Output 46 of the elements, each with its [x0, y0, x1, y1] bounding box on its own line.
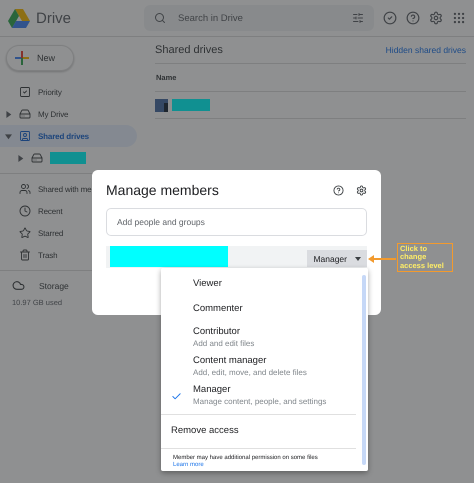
help-icon[interactable]	[333, 184, 344, 196]
search-icon	[154, 12, 166, 24]
drive-icon	[31, 152, 43, 164]
menu-option[interactable]: Viewer	[161, 272, 368, 297]
cloud-icon	[12, 279, 25, 292]
people-icon	[19, 183, 31, 195]
caret-icon[interactable]	[4, 110, 12, 118]
plus-icon	[15, 51, 29, 65]
hidden-drives-link[interactable]: Hidden shared drives	[386, 45, 466, 55]
redaction-block	[50, 152, 86, 164]
checkbox-icon	[19, 86, 31, 98]
drive-thumbnail-icon	[155, 98, 168, 112]
scrollbar-thumb[interactable]	[362, 275, 366, 465]
app-name: Drive	[36, 10, 72, 26]
menu-option[interactable]: Content manager Add, edit, move, and delete files	[161, 351, 368, 380]
search-input[interactable]: Search in Drive	[176, 12, 342, 24]
caret-icon	[355, 256, 361, 260]
apps-icon[interactable]	[452, 11, 466, 25]
shared-drive-icon	[19, 130, 31, 142]
page-title: Shared drives	[155, 44, 223, 56]
dialog-title: Manage members	[106, 182, 220, 198]
sidebar-item[interactable]: Shared drives	[0, 125, 137, 147]
sidebar-item[interactable]: Priority	[0, 81, 137, 103]
menu-option[interactable]: Contributor Add and edit files	[161, 322, 368, 351]
check-icon	[171, 391, 182, 402]
new-button[interactable]: New	[6, 45, 74, 71]
star-icon	[19, 227, 31, 239]
menu-option[interactable]: Remove access	[161, 419, 368, 444]
role-dropdown[interactable]: Manager	[307, 250, 367, 267]
menu-option[interactable]: Manager Manage content, people, and settings	[161, 380, 368, 410]
storage-label[interactable]: Storage	[39, 280, 69, 290]
sidebar-item[interactable]: My Drive	[0, 103, 137, 125]
caret-icon[interactable]	[16, 154, 24, 162]
drive-icon	[19, 108, 31, 120]
menu-option[interactable]: Commenter	[161, 297, 368, 322]
search-field[interactable]: Search in Drive	[144, 5, 374, 31]
drive-logo-icon	[8, 8, 30, 28]
input-field[interactable]: Add people and groups	[106, 208, 367, 236]
clock-icon	[19, 205, 31, 217]
filter-icon[interactable]	[352, 12, 364, 24]
check-circle-icon[interactable]	[383, 11, 397, 25]
redaction-block	[172, 99, 210, 111]
settings-icon[interactable]	[356, 184, 367, 196]
trash-icon	[19, 249, 31, 261]
caret-icon[interactable]	[4, 132, 12, 140]
sidebar-item[interactable]: Trash	[0, 244, 137, 266]
